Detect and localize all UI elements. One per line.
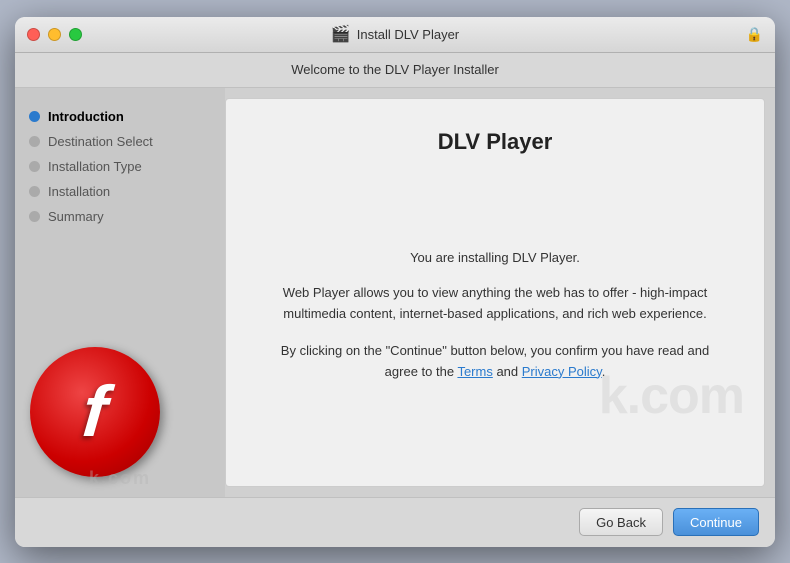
window-controls xyxy=(27,28,82,41)
close-button[interactable] xyxy=(27,28,40,41)
go-back-button[interactable]: Go Back xyxy=(579,508,663,536)
terms-link[interactable]: Terms xyxy=(457,364,492,379)
terms-text: By clicking on the "Continue" button bel… xyxy=(266,341,724,383)
sidebar-logo: f xyxy=(30,347,160,477)
flash-logo-circle: f xyxy=(30,347,160,477)
minimize-button[interactable] xyxy=(48,28,61,41)
sidebar-watermark: k.com xyxy=(15,468,225,489)
installer-window: 🎬 Install DLV Player 🔒 Welcome to the DL… xyxy=(15,17,775,547)
nav-dot-summary xyxy=(29,211,40,222)
nav-label-installation: Installation xyxy=(48,184,110,199)
nav-dot-installation-type xyxy=(29,161,40,172)
subtitle-bar: Welcome to the DLV Player Installer xyxy=(15,53,775,88)
subtitle-text: Welcome to the DLV Player Installer xyxy=(291,62,499,77)
titlebar: 🎬 Install DLV Player 🔒 xyxy=(15,17,775,53)
nav-dot-installation xyxy=(29,186,40,197)
continue-button[interactable]: Continue xyxy=(673,508,759,536)
panel-title: DLV Player xyxy=(266,129,724,155)
lock-icon: 🔒 xyxy=(746,26,763,43)
sidebar-item-summary[interactable]: Summary xyxy=(15,204,225,229)
sidebar-item-introduction[interactable]: Introduction xyxy=(15,104,225,129)
flash-f-letter: f xyxy=(80,376,110,448)
maximize-button[interactable] xyxy=(69,28,82,41)
right-panel: k.com DLV Player You are installing DLV … xyxy=(225,98,765,487)
main-content: Introduction Destination Select Installa… xyxy=(15,88,775,497)
installing-text: You are installing DLV Player. xyxy=(266,248,724,268)
nav-label-introduction: Introduction xyxy=(48,109,124,124)
nav-label-destination: Destination Select xyxy=(48,134,153,149)
title-icon: 🎬 xyxy=(331,24,351,44)
title-text: Install DLV Player xyxy=(357,27,459,42)
nav-label-summary: Summary xyxy=(48,209,104,224)
privacy-policy-link[interactable]: Privacy Policy xyxy=(522,364,602,379)
sidebar-item-installation[interactable]: Installation xyxy=(15,179,225,204)
panel-body: You are installing DLV Player. Web Playe… xyxy=(266,175,724,456)
sidebar-item-installation-type[interactable]: Installation Type xyxy=(15,154,225,179)
sidebar-item-destination-select[interactable]: Destination Select xyxy=(15,129,225,154)
description-text: Web Player allows you to view anything t… xyxy=(266,283,724,325)
window-title: 🎬 Install DLV Player xyxy=(331,24,459,44)
bottom-bar: Go Back Continue xyxy=(15,497,775,547)
nav-label-installation-type: Installation Type xyxy=(48,159,142,174)
sidebar: Introduction Destination Select Installa… xyxy=(15,88,225,497)
nav-dot-introduction xyxy=(29,111,40,122)
nav-dot-destination xyxy=(29,136,40,147)
